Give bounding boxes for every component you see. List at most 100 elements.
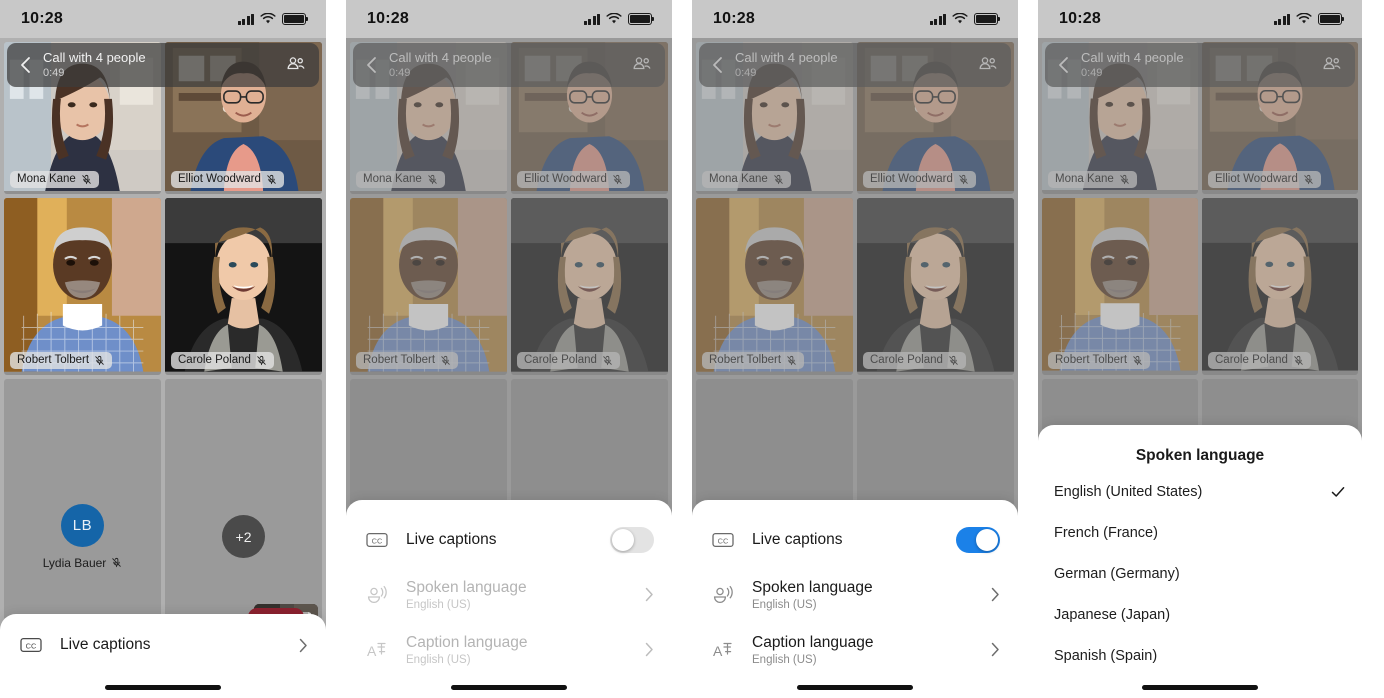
spoken-language-value: English (US) [752, 598, 817, 611]
participant-name-chip: Carole Poland [171, 351, 274, 369]
live-captions-label-wrap: Live captions [406, 531, 610, 549]
call-title: Call with 4 people [43, 50, 146, 66]
phone-panel-2: 10:28 Mona Kane Elliot Woodward Robert T… [346, 0, 672, 698]
avatar-name-row: Lydia Bauer [43, 556, 123, 570]
spoken-language-row[interactable]: Spoken language English (US) [346, 567, 672, 622]
battery-icon [1318, 13, 1345, 25]
status-icon-group [929, 13, 1001, 25]
mic-off-icon [267, 174, 276, 184]
language-option-row[interactable]: German (Germany) [1038, 553, 1362, 594]
battery-icon [282, 13, 309, 25]
language-option-label: English (United States) [1054, 483, 1203, 500]
language-option-row[interactable]: French (France) [1038, 512, 1362, 553]
chevron-right-icon[interactable] [991, 642, 1000, 657]
status-bar: 10:28 [1038, 0, 1362, 38]
language-option-row[interactable]: Spanish (Spain) [1038, 635, 1362, 676]
spoken-language-row[interactable]: Spoken language English (US) [692, 567, 1018, 622]
video-feed [165, 198, 322, 372]
mic-off-icon [95, 355, 104, 365]
cellular-signal-icon [583, 13, 600, 25]
spoken-language-text: Spoken language English (US) [752, 579, 991, 611]
chevron-right-icon[interactable] [299, 638, 308, 653]
screenshot-stage: 10:28 Mona Kane Elliot Woodward Robert T… [0, 0, 1384, 698]
status-bar: 10:28 [0, 0, 326, 38]
chevron-right-icon[interactable] [645, 587, 654, 602]
captions-settings-sheet-off: CC Live captions Spoken language English… [346, 500, 672, 698]
caption-language-row[interactable]: A Caption language English (US) [692, 622, 1018, 677]
overflow-count-badge: +2 [222, 515, 265, 558]
participant-name: Robert Tolbert [17, 354, 90, 366]
status-time: 10:28 [21, 10, 63, 27]
caption-language-text: Caption language English (US) [406, 634, 645, 666]
wifi-icon [1296, 13, 1312, 24]
live-captions-toggle[interactable] [610, 526, 654, 553]
live-captions-entry-row[interactable]: CC Live captions [0, 614, 326, 670]
live-captions-label: Live captions [752, 530, 843, 548]
caption-language-label: Caption language [406, 633, 528, 651]
chevron-right-icon[interactable] [645, 642, 654, 657]
status-time: 10:28 [367, 10, 409, 27]
live-captions-label-wrap: Live captions [60, 636, 299, 654]
caption-language-row[interactable]: A Caption language English (US) [346, 622, 672, 677]
battery-icon [974, 13, 1001, 25]
toggle-knob [612, 528, 634, 551]
home-indicator [1142, 685, 1258, 690]
caption-language-value: English (US) [752, 653, 817, 666]
language-option-row[interactable]: English (United States) [1038, 471, 1362, 512]
status-time: 10:28 [713, 10, 755, 27]
avatar-block: LB Lydia Bauer [43, 503, 123, 570]
picker-title: Spoken language [1135, 447, 1265, 464]
caption-language-icon: A [710, 640, 736, 660]
video-grid-1: Mona Kane & [0, 38, 326, 698]
svg-text:CC: CC [26, 641, 37, 650]
svg-text:CC: CC [372, 536, 383, 545]
participant-tile[interactable]: Carole Poland [165, 198, 322, 375]
language-option-label: German (Germany) [1054, 565, 1180, 582]
mic-off-icon [257, 355, 266, 365]
language-option-label: Spanish (Spain) [1054, 647, 1158, 664]
cellular-signal-icon [929, 13, 946, 25]
participant-name-chip: Mona Kane [10, 170, 99, 188]
wifi-icon [260, 13, 276, 24]
language-option-row[interactable]: Japanese (Japan) [1038, 594, 1362, 635]
participant-name: Mona Kane [17, 173, 76, 185]
caption-language-label: Caption language [752, 633, 874, 651]
video-feed [4, 198, 161, 372]
live-captions-label: Live captions [406, 530, 497, 548]
participant-name-chip: Robert Tolbert [10, 351, 113, 369]
call-header-bar: Call with 4 people 0:49 [7, 43, 319, 87]
home-indicator [105, 685, 221, 690]
call-header-text: Call with 4 people 0:49 [43, 51, 285, 79]
mic-off-icon [82, 174, 91, 184]
closed-caption-icon: CC [710, 532, 736, 548]
status-icon-group [237, 13, 309, 25]
chevron-right-icon[interactable] [991, 587, 1000, 602]
live-captions-entry-sheet: CC Live captions [0, 614, 326, 698]
live-captions-toggle-row[interactable]: CC Live captions [692, 512, 1018, 567]
mic-off-icon [112, 557, 122, 568]
status-bar: 10:28 [692, 0, 1018, 38]
live-captions-toggle[interactable] [956, 526, 1000, 553]
chevron-left-icon[interactable] [15, 54, 37, 76]
status-icon-group [1273, 13, 1345, 25]
language-option-label: French (France) [1054, 524, 1158, 541]
cellular-signal-icon [1273, 13, 1290, 25]
phone-panel-3: 10:28 Mona Kane Elliot Woodward Robert T… [692, 0, 1018, 698]
wifi-icon [952, 13, 968, 24]
spoken-language-label: Spoken language [752, 578, 873, 596]
live-captions-label: Live captions [60, 636, 151, 653]
live-captions-toggle-row[interactable]: CC Live captions [346, 512, 672, 567]
home-indicator [451, 685, 567, 690]
spoken-language-text: Spoken language English (US) [406, 579, 645, 611]
battery-icon [628, 13, 655, 25]
home-indicator [797, 685, 913, 690]
closed-caption-icon: CC [18, 637, 44, 653]
captions-settings-sheet-on: CC Live captions Spoken language English… [692, 500, 1018, 698]
status-time: 10:28 [1059, 10, 1101, 27]
spoken-language-icon [710, 585, 736, 605]
phone-panel-4: 10:28 Mona Kane Elliot Woodward Robert T… [1038, 0, 1362, 698]
spoken-language-label: Spoken language [406, 578, 527, 596]
participant-tile[interactable]: Robert Tolbert [4, 198, 161, 375]
caption-language-text: Caption language English (US) [752, 634, 991, 666]
people-icon[interactable] [285, 54, 307, 76]
